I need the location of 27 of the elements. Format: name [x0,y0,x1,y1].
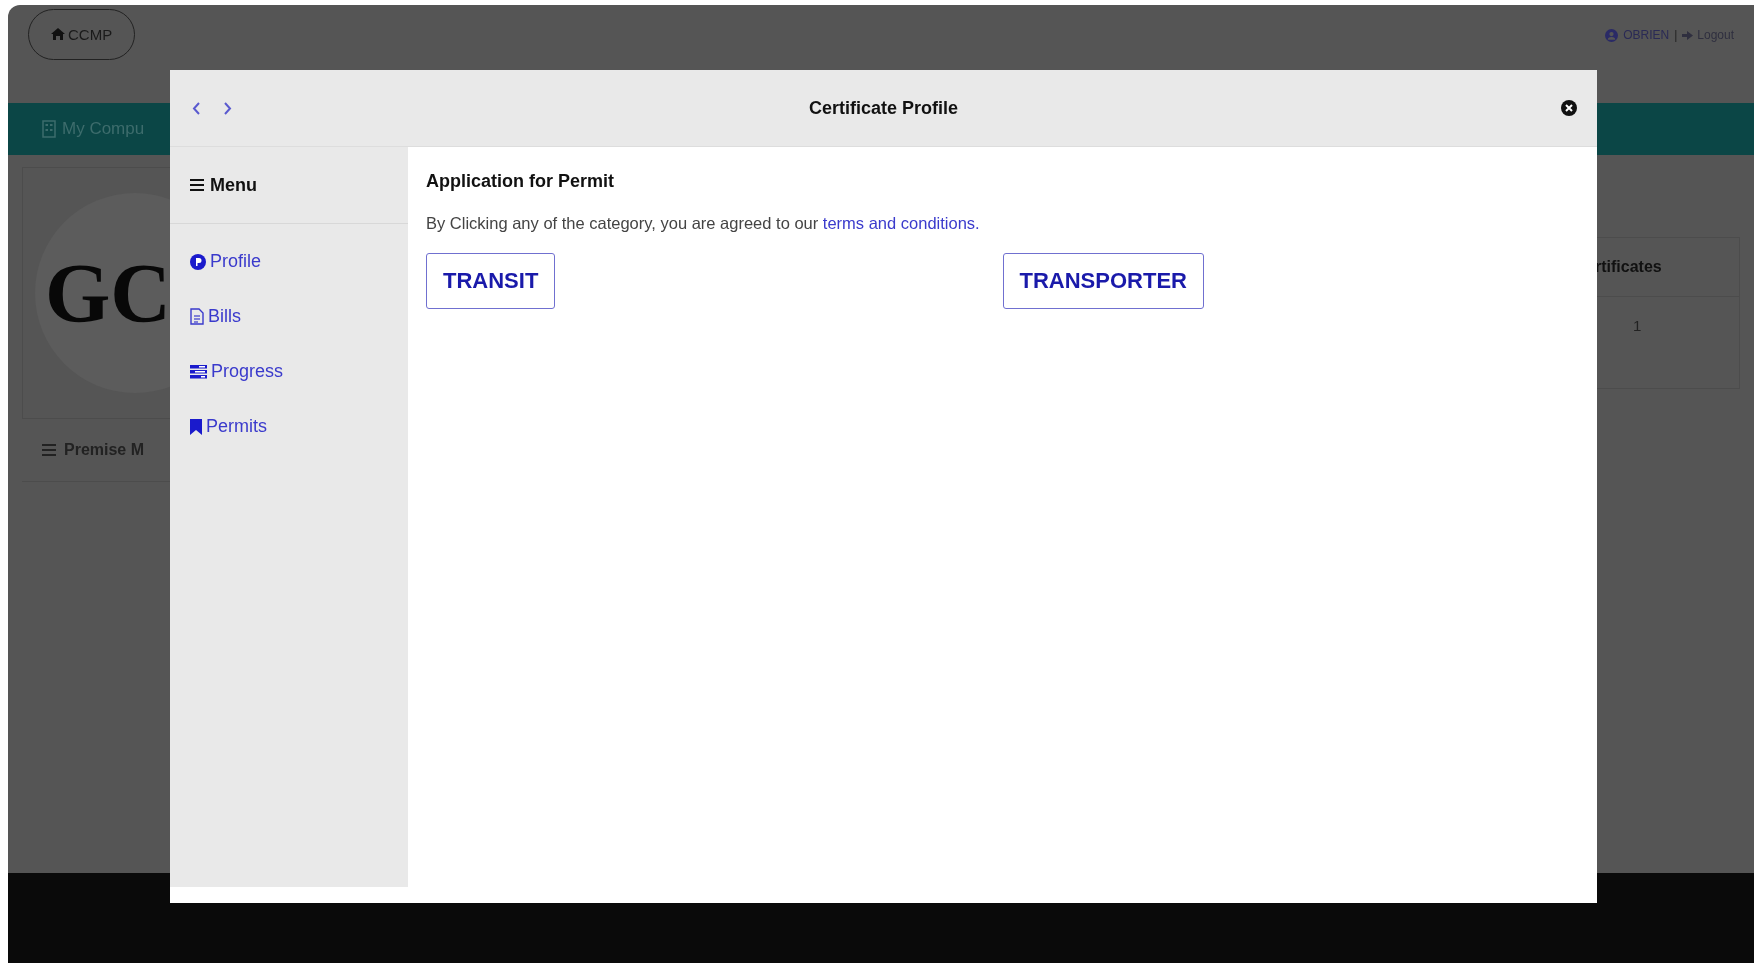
user-icon [1605,28,1619,42]
menu-icon [190,179,204,191]
notice-text: By Clicking any of the category, you are agreed to our terms and conditions. [426,214,981,233]
document-icon [190,308,204,325]
circle-badge-icon [190,253,206,270]
category-button[interactable]: TRANSPORTER [1002,253,1204,309]
terms-link[interactable]: terms and conditions. [822,214,980,232]
menu-item[interactable]: Profile [190,234,262,289]
logo-text: GC [44,245,171,342]
home-icon [51,28,65,40]
chevron-left-icon [192,101,201,115]
chevron-right-icon [223,101,232,115]
tasks-icon [190,364,207,379]
menu-item[interactable]: Progress [190,344,284,399]
modal-title: Certificate Profile [807,97,959,119]
menu-item[interactable]: Permits [190,399,267,454]
menu-item[interactable]: Bills [190,289,241,344]
section-heading: Application for Permit [426,171,615,192]
sign-out-icon [1682,30,1694,40]
menu-icon [42,444,56,456]
separator: | [1674,28,1678,42]
close-icon [1561,100,1577,116]
building-icon [42,120,56,138]
menu-title: Menu [210,174,257,196]
close-button[interactable] [1561,100,1577,116]
bookmark-icon [190,418,202,435]
category-button[interactable]: TRANSIT [426,253,556,309]
